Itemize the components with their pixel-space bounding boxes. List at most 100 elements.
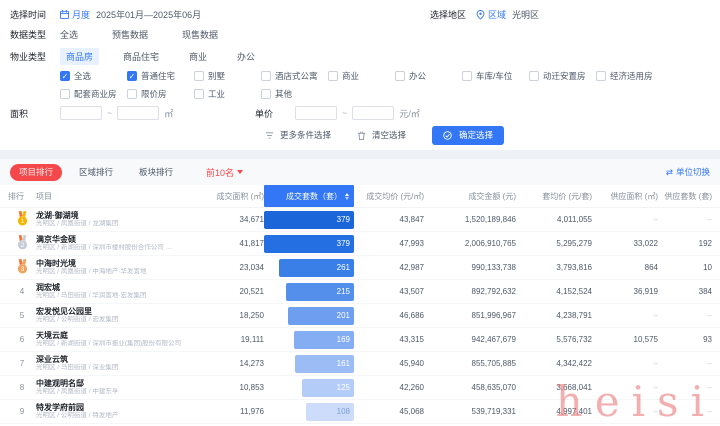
checkbox[interactable]: [127, 89, 137, 99]
project-cell[interactable]: 润宏城光明区 / 马田街道 / 华润置地·宏发集团: [36, 283, 198, 300]
property-type-tab[interactable]: 办公: [231, 48, 261, 65]
column-header-label: 成交面积 (㎡): [216, 191, 264, 202]
project-name[interactable]: 中海时光境: [36, 259, 198, 268]
confirm-selection-label: 确定选择: [459, 129, 493, 141]
checkbox[interactable]: [261, 89, 271, 99]
table-row[interactable]: 4润宏城光明区 / 马田街道 / 华润置地·宏发集团20,52121543,50…: [0, 280, 720, 304]
checkbox-item[interactable]: 工业: [194, 88, 261, 100]
table-row[interactable]: 9特发学府前园光明区 / 公明街道 / 特发地产11,97610845,0685…: [0, 400, 720, 424]
project-name[interactable]: 满京华金硕: [36, 235, 198, 244]
deal-units-bar-cell: 261: [264, 256, 354, 279]
property-type-tab[interactable]: 商业: [183, 48, 213, 65]
project-name[interactable]: 深业云筑: [36, 355, 198, 364]
deal-units-bar: 201: [288, 307, 354, 325]
checkbox-item[interactable]: 车库/车位: [462, 70, 529, 82]
unit-switch-button[interactable]: ⇄ 单位切换: [666, 166, 710, 178]
region-mode-link[interactable]: 区域: [488, 8, 506, 21]
price-min-input[interactable]: [295, 106, 337, 120]
avg-price-value: 43,507: [354, 287, 424, 296]
column-header[interactable]: 成交均价 (元/㎡): [354, 185, 424, 207]
project-name[interactable]: 特发学府前园: [36, 403, 198, 412]
checkbox[interactable]: [194, 71, 204, 81]
column-header[interactable]: 排行: [8, 185, 36, 207]
time-range-value[interactable]: 2025年01月—2025年06月: [96, 8, 201, 21]
project-name[interactable]: 宏发悦见公园里: [36, 307, 198, 316]
project-cell[interactable]: 中建观明名邸光明区 / 凤凰街道 / 中建东孚: [36, 379, 198, 396]
price-max-input[interactable]: [352, 106, 394, 120]
checkbox-item[interactable]: 别墅: [194, 70, 261, 82]
supply-units-value: 384: [658, 287, 712, 296]
data-type-option[interactable]: 全选: [60, 28, 78, 41]
column-header[interactable]: 成交金额 (元): [424, 185, 516, 207]
ranking-tab[interactable]: 项目排行: [10, 164, 62, 181]
checkbox-item[interactable]: ✓全选: [60, 70, 127, 82]
checkbox-item[interactable]: ✓普通住宅: [127, 70, 194, 82]
checkbox-item[interactable]: 经济适用房: [596, 70, 663, 82]
project-cell[interactable]: 中海时光境光明区 / 凤凰街道 / 中海地产·华发置地: [36, 259, 198, 276]
project-subtitle: 光明区 / 马田街道 / 华润置地·宏发集团: [36, 292, 198, 299]
checkbox-item[interactable]: 配套商业房: [60, 88, 127, 100]
confirm-selection-button[interactable]: 确定选择: [432, 126, 504, 145]
column-header[interactable]: 项目: [36, 185, 198, 207]
checkbox-item[interactable]: 限价房: [127, 88, 194, 100]
data-type-option[interactable]: 预售数据: [112, 28, 148, 41]
deal-area-value: 19,111: [198, 335, 264, 344]
project-name[interactable]: 龙湖·御湖境: [36, 211, 198, 220]
project-subtitle: 光明区 / 凤凰街道 / 中建东孚: [36, 388, 198, 395]
column-header[interactable]: 套均价 (元/套): [516, 185, 592, 207]
table-row[interactable]: 2满京华金硕光明区 / 新湖街道 / 深圳市楼村股份合作公司 …41,81737…: [0, 232, 720, 256]
project-cell[interactable]: 宏发悦见公园里光明区 / 公明街道 / 宏发集团: [36, 307, 198, 324]
time-filter-label: 选择时间: [10, 8, 60, 21]
checkbox[interactable]: ✓: [127, 71, 137, 81]
checkbox-item[interactable]: 酒店式公寓: [261, 70, 328, 82]
project-cell[interactable]: 特发学府前园光明区 / 公明街道 / 特发地产: [36, 403, 198, 420]
sort-icon[interactable]: [345, 193, 349, 200]
avg-price-value: 43,315: [354, 335, 424, 344]
checkbox-item[interactable]: 办公: [395, 70, 462, 82]
table-row[interactable]: 3中海时光境光明区 / 凤凰街道 / 中海地产·华发置地23,03426142,…: [0, 256, 720, 280]
column-header[interactable]: 成交套数（套）: [264, 185, 354, 207]
column-header[interactable]: 供应面积 (㎡): [592, 185, 658, 207]
area-min-input[interactable]: [60, 106, 102, 120]
checkbox[interactable]: [194, 89, 204, 99]
table-row[interactable]: 5宏发悦见公园里光明区 / 公明街道 / 宏发集团18,25020146,686…: [0, 304, 720, 328]
data-type-option[interactable]: 现售数据: [182, 28, 218, 41]
project-name[interactable]: 天境云庭: [36, 331, 198, 340]
project-name[interactable]: 润宏城: [36, 283, 198, 292]
project-name[interactable]: 中建观明名邸: [36, 379, 198, 388]
checkbox-item[interactable]: 商业: [328, 70, 395, 82]
checkbox[interactable]: [60, 89, 70, 99]
checkbox[interactable]: ✓: [60, 71, 70, 81]
table-row[interactable]: 8中建观明名邸光明区 / 凤凰街道 / 中建东孚10,85312542,2604…: [0, 376, 720, 400]
clear-selection-button[interactable]: 清空选择: [357, 129, 406, 141]
checkbox-item[interactable]: 其他: [261, 88, 328, 100]
data-type-options: 全选 预售数据 现售数据: [60, 28, 252, 41]
column-header[interactable]: 供应套数 (套): [658, 185, 712, 207]
checkbox-item[interactable]: 动迁安置房: [529, 70, 596, 82]
column-header[interactable]: 成交面积 (㎡): [198, 185, 264, 207]
checkbox[interactable]: [596, 71, 606, 81]
top-n-dropdown[interactable]: 前10名: [206, 166, 243, 179]
checkbox[interactable]: [261, 71, 271, 81]
property-type-tab[interactable]: 商品住宅: [117, 48, 165, 65]
table-row[interactable]: 7深业云筑光明区 / 马田街道 / 深业集团14,27316145,940855…: [0, 352, 720, 376]
project-cell[interactable]: 天境云庭光明区 / 新湖街道 / 深圳市振业(集团)股份有限公司: [36, 331, 198, 348]
time-mode-link[interactable]: 月度: [72, 8, 90, 21]
region-value[interactable]: 光明区: [512, 8, 539, 21]
area-max-input[interactable]: [117, 106, 159, 120]
project-cell[interactable]: 满京华金硕光明区 / 新湖街道 / 深圳市楼村股份合作公司 …: [36, 235, 198, 252]
table-row[interactable]: 1龙湖·御湖境光明区 / 凤凰街道 / 龙湖集团34,67137943,8471…: [0, 208, 720, 232]
ranking-tab[interactable]: 板块排行: [130, 164, 182, 181]
deal-units-bar: 161: [295, 355, 354, 373]
project-cell[interactable]: 龙湖·御湖境光明区 / 凤凰街道 / 龙湖集团: [36, 211, 198, 228]
checkbox[interactable]: [328, 71, 338, 81]
more-conditions-button[interactable]: 更多条件选择: [265, 129, 331, 141]
property-type-tab[interactable]: 商品房: [60, 48, 99, 65]
table-row[interactable]: 6天境云庭光明区 / 新湖街道 / 深圳市振业(集团)股份有限公司19,1111…: [0, 328, 720, 352]
checkbox[interactable]: [529, 71, 539, 81]
ranking-tab[interactable]: 区域排行: [70, 164, 122, 181]
project-cell[interactable]: 深业云筑光明区 / 马田街道 / 深业集团: [36, 355, 198, 372]
checkbox[interactable]: [462, 71, 472, 81]
checkbox[interactable]: [395, 71, 405, 81]
deal-units-bar-cell: 379: [264, 208, 354, 231]
